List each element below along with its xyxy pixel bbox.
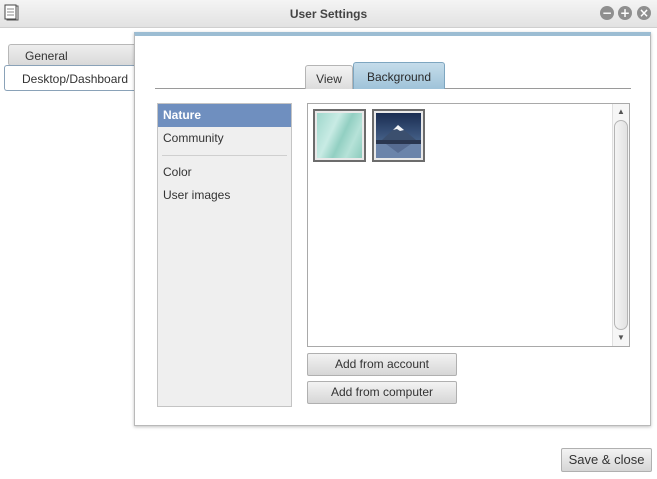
scroll-down-arrow-icon[interactable]: ▼ xyxy=(613,331,629,345)
add-from-account-button[interactable]: Add from account xyxy=(307,353,457,376)
tab-general[interactable]: General xyxy=(8,44,136,66)
teal-abstract-thumbnail[interactable] xyxy=(313,109,366,162)
close-icon[interactable]: × xyxy=(637,6,651,20)
gallery-scrollbar[interactable]: ▲ ▼ xyxy=(612,104,629,346)
category-item-community[interactable]: Community xyxy=(158,127,291,150)
mountain-lake-thumbnail[interactable] xyxy=(372,109,425,162)
add-from-computer-button[interactable]: Add from computer xyxy=(307,381,457,404)
category-item-color[interactable]: Color xyxy=(158,161,291,184)
background-category-list: Nature Community Color User images xyxy=(157,103,292,407)
save-close-button[interactable]: Save & close xyxy=(561,448,652,472)
tab-background[interactable]: Background xyxy=(353,62,445,89)
category-item-nature[interactable]: Nature xyxy=(158,104,291,127)
scroll-up-arrow-icon[interactable]: ▲ xyxy=(613,105,629,119)
scroll-thumb[interactable] xyxy=(614,120,628,330)
window-titlebar: User Settings − + × xyxy=(0,0,657,28)
category-item-user-images[interactable]: User images xyxy=(158,184,291,207)
minus-icon[interactable]: − xyxy=(600,6,614,20)
background-image-gallery: ▲ ▼ xyxy=(307,103,630,347)
teal-abstract-image xyxy=(317,113,362,158)
tab-view[interactable]: View xyxy=(305,65,353,89)
tab-desktop-dashboard[interactable]: Desktop/Dashboard xyxy=(4,65,136,91)
settings-panel: View Background Nature Community Color U… xyxy=(134,32,651,426)
plus-icon[interactable]: + xyxy=(618,6,632,20)
category-divider xyxy=(162,155,287,156)
mountain-lake-image xyxy=(376,113,421,158)
window-title: User Settings xyxy=(289,7,368,21)
